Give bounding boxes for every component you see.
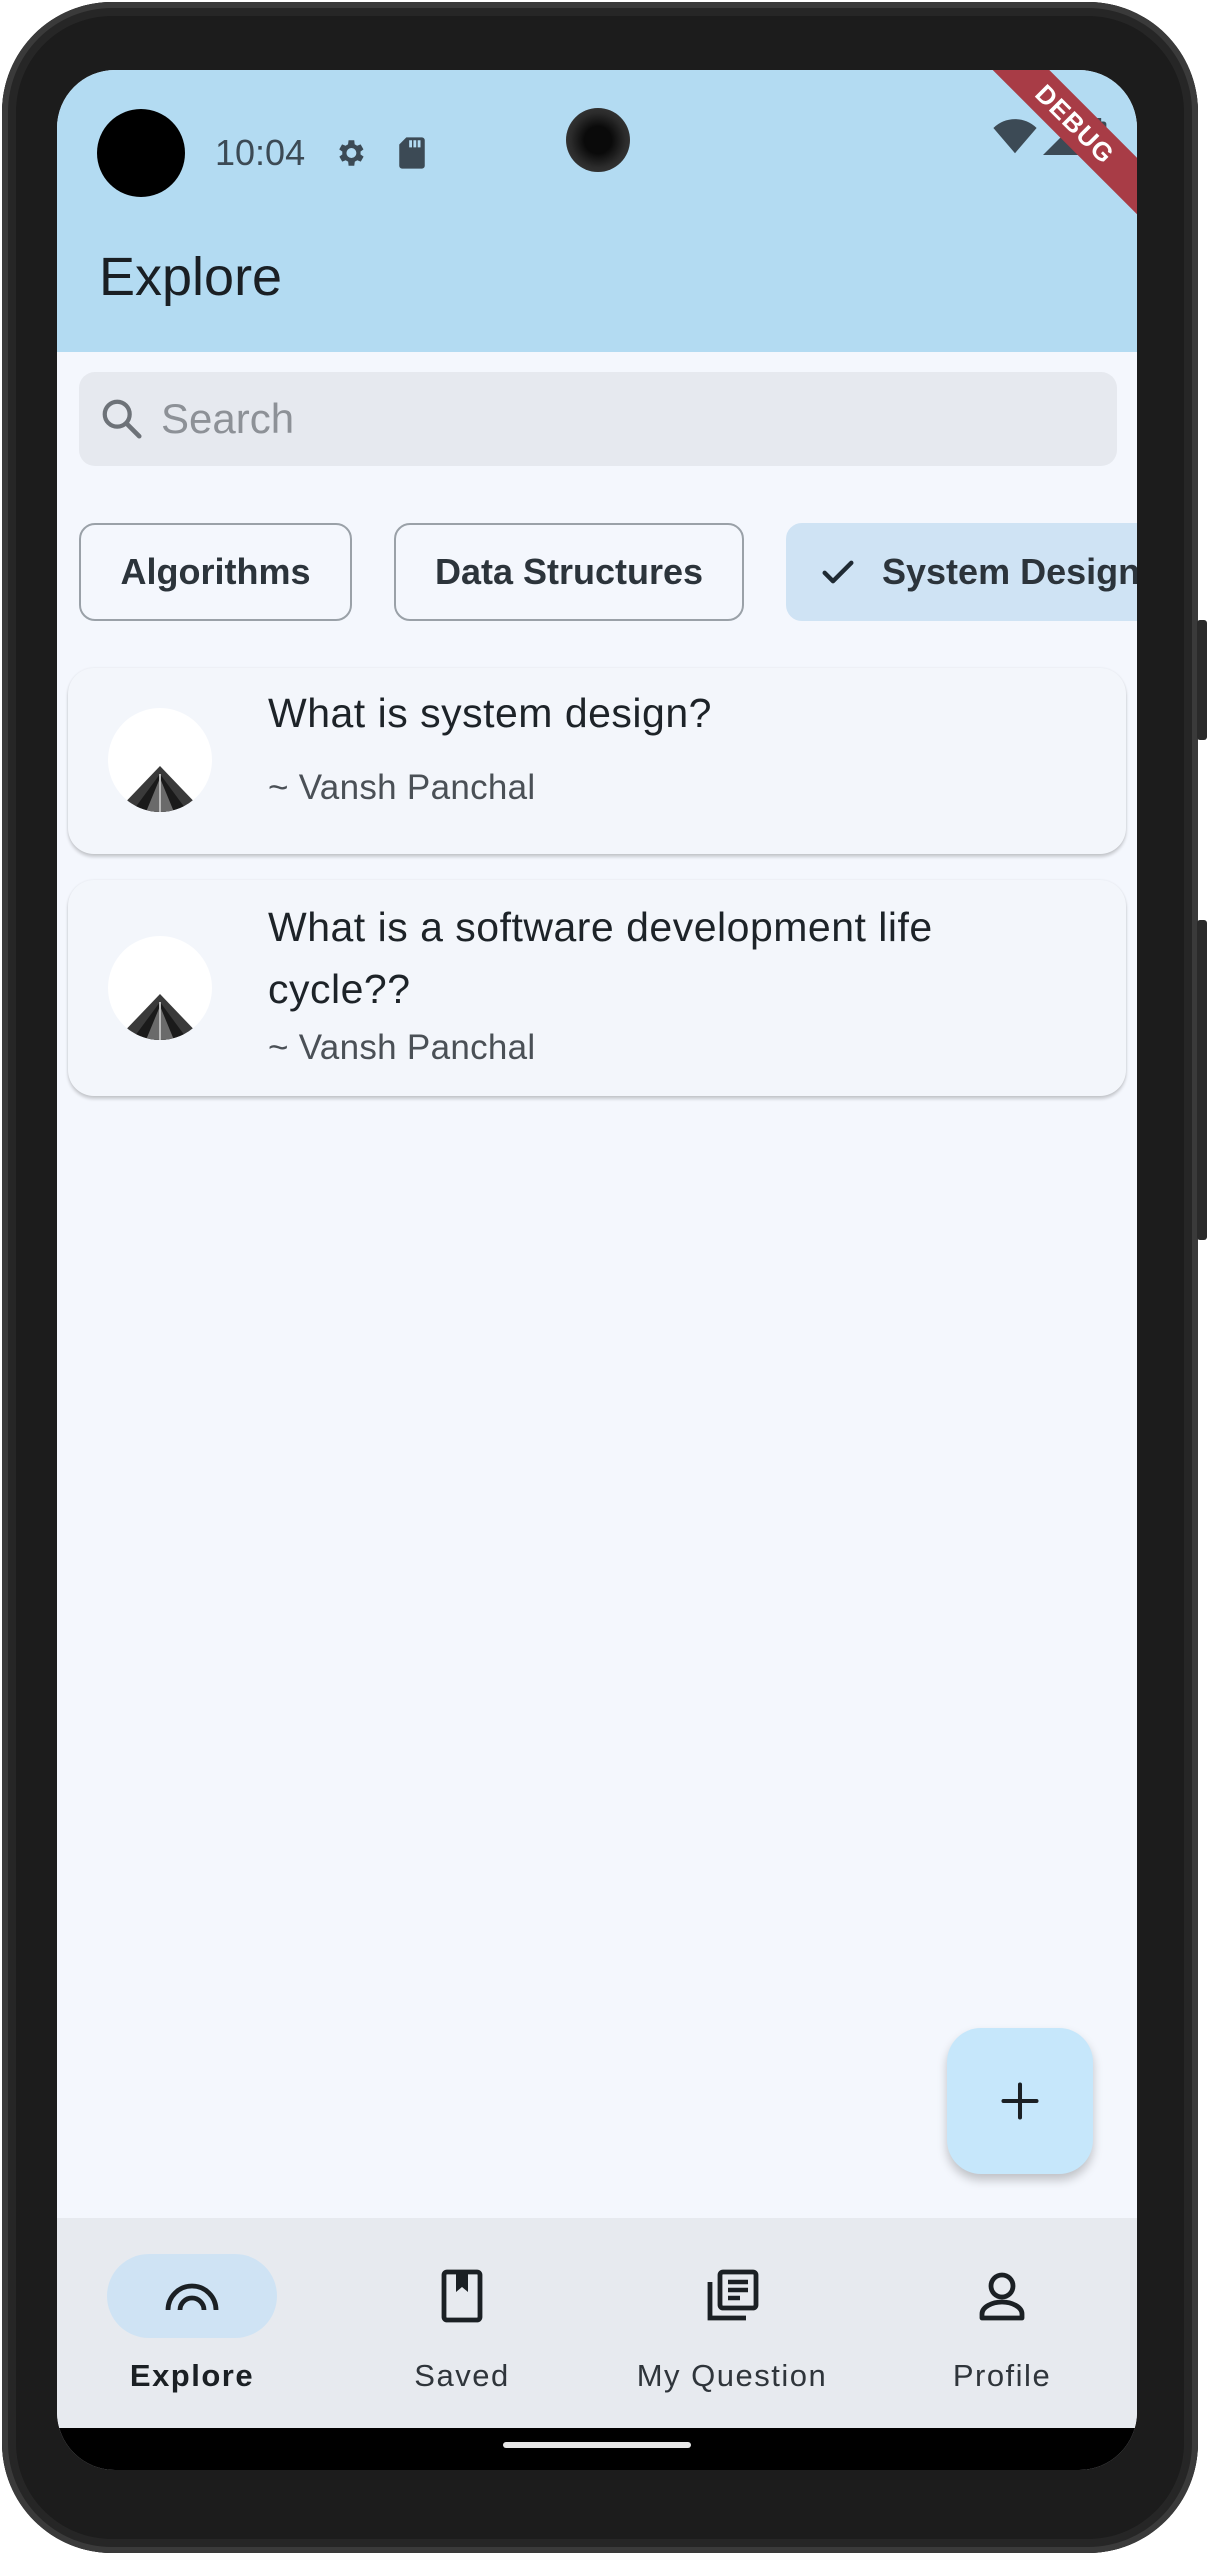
- status-bar-left: 10:04: [97, 108, 429, 198]
- chip-algorithms[interactable]: Algorithms: [79, 523, 352, 621]
- add-question-button[interactable]: [947, 2028, 1093, 2174]
- bookmark-icon: [441, 2269, 483, 2323]
- chip-label: System Design: [882, 551, 1137, 592]
- phone-volume-button: [1197, 920, 1207, 1240]
- status-avatar: [97, 109, 185, 197]
- chip-data-structures[interactable]: Data Structures: [394, 523, 744, 621]
- wifi-icon: [993, 119, 1037, 160]
- nav-item-my-question[interactable]: My Question: [597, 2218, 867, 2428]
- nav-label-profile: Profile: [952, 2358, 1052, 2393]
- plus-icon: [1001, 2082, 1039, 2120]
- settings-icon: [333, 136, 367, 170]
- app-screen: 10:04 DEBUG Explore Search Algorithms Da…: [57, 70, 1137, 2470]
- sd-card-icon: [395, 136, 429, 170]
- question-title: What is a software development life cycl…: [268, 904, 933, 1012]
- nav-label-my-question: My Question: [636, 2358, 828, 2393]
- app-bar: 10:04 DEBUG Explore: [57, 70, 1137, 352]
- question-card[interactable]: What is system design? ~ Vansh Panchal: [68, 668, 1126, 854]
- phone-side-button: [1197, 620, 1207, 740]
- page-title: Explore: [99, 247, 283, 307]
- home-gesture-handle[interactable]: [503, 2442, 691, 2448]
- bottom-navigation: Explore Saved My Question Profile: [57, 2218, 1137, 2428]
- chip-system-design[interactable]: System Design: [786, 523, 1137, 621]
- nav-item-profile[interactable]: Profile: [867, 2218, 1137, 2428]
- search-icon: [102, 399, 142, 439]
- nav-item-saved[interactable]: Saved: [327, 2218, 597, 2428]
- question-title: What is system design?: [268, 690, 712, 736]
- person-icon: [979, 2272, 1025, 2321]
- question-author: ~ Vansh Panchal: [268, 768, 536, 807]
- nav-item-explore[interactable]: Explore: [57, 2218, 327, 2428]
- status-time: 10:04: [215, 132, 306, 173]
- library-books-icon: [707, 2269, 759, 2321]
- search-bar[interactable]: [79, 372, 1117, 466]
- author-avatar: [108, 936, 212, 1040]
- category-chips: Algorithms Data Structures System Design: [79, 523, 1137, 623]
- gesture-bar: [57, 2428, 1137, 2470]
- nav-label-explore: Explore: [129, 2358, 255, 2393]
- check-icon: [822, 560, 854, 584]
- nav-label-saved: Saved: [414, 2358, 510, 2393]
- search-input[interactable]: [161, 395, 1061, 443]
- chip-label: Algorithms: [120, 551, 311, 592]
- explore-arc-icon: [165, 2283, 219, 2311]
- front-camera: [566, 108, 630, 172]
- phone-device: 10:04 DEBUG Explore Search Algorithms Da…: [0, 0, 1207, 2555]
- question-author: ~ Vansh Panchal: [268, 1028, 536, 1067]
- chip-label: Data Structures: [434, 551, 704, 592]
- author-avatar: [108, 708, 212, 812]
- question-card[interactable]: What is a software development life cycl…: [68, 880, 1126, 1096]
